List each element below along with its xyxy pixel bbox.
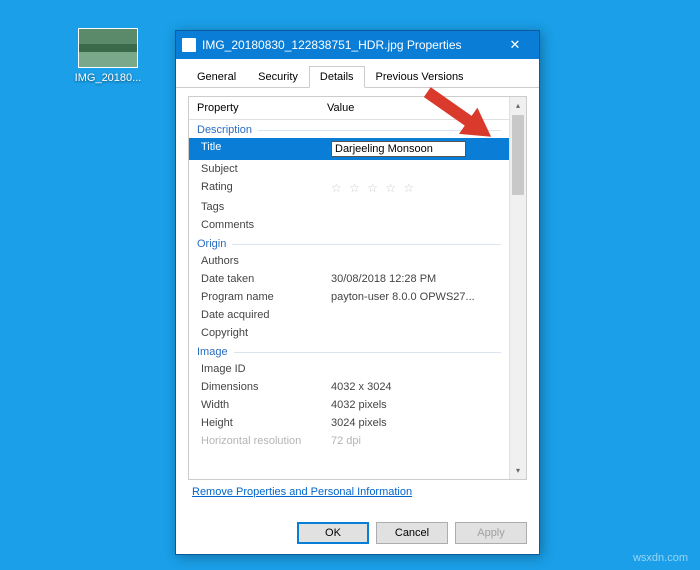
- prop-title: Title: [189, 138, 319, 160]
- desktop-file-label: IMG_20180...: [72, 72, 144, 84]
- cancel-button[interactable]: Cancel: [376, 522, 448, 544]
- val-hres: 72 dpi: [319, 432, 509, 450]
- rating-stars[interactable]: ☆ ☆ ☆ ☆ ☆: [331, 181, 416, 195]
- watermark: wsxdn.com: [633, 552, 688, 564]
- apply-button[interactable]: Apply: [455, 522, 527, 544]
- row-copyright[interactable]: Copyright: [189, 324, 509, 342]
- row-date-taken[interactable]: Date taken 30/08/2018 12:28 PM: [189, 270, 509, 288]
- section-description: Description: [197, 124, 501, 136]
- tab-details[interactable]: Details: [309, 66, 365, 88]
- scroll-down-icon[interactable]: ▾: [510, 462, 526, 479]
- prop-subject: Subject: [189, 160, 319, 178]
- section-origin: Origin: [197, 238, 501, 250]
- details-panel: Property Value Description Title Subject…: [176, 88, 539, 512]
- prop-height: Height: [189, 414, 319, 432]
- header-value[interactable]: Value: [319, 97, 509, 119]
- row-subject[interactable]: Subject: [189, 160, 509, 178]
- row-height[interactable]: Height 3024 pixels: [189, 414, 509, 432]
- row-rating[interactable]: Rating ☆ ☆ ☆ ☆ ☆: [189, 178, 509, 198]
- section-image: Image: [197, 346, 501, 358]
- prop-image-id: Image ID: [189, 360, 319, 378]
- window-title: IMG_20180830_122838751_HDR.jpg Propertie…: [202, 38, 497, 52]
- row-program-name[interactable]: Program name payton-user 8.0.0 OPWS27...: [189, 288, 509, 306]
- tab-previous-versions[interactable]: Previous Versions: [365, 66, 475, 88]
- titlebar[interactable]: IMG_20180830_122838751_HDR.jpg Propertie…: [176, 31, 539, 59]
- properties-grid: Property Value Description Title Subject…: [188, 96, 527, 480]
- dialog-buttons: OK Cancel Apply: [176, 512, 539, 554]
- tab-general[interactable]: General: [186, 66, 247, 88]
- prop-copyright: Copyright: [189, 324, 319, 342]
- scroll-thumb[interactable]: [512, 115, 524, 195]
- prop-dimensions: Dimensions: [189, 378, 319, 396]
- row-width[interactable]: Width 4032 pixels: [189, 396, 509, 414]
- tab-security[interactable]: Security: [247, 66, 309, 88]
- prop-hres: Horizontal resolution: [189, 432, 319, 450]
- row-image-id[interactable]: Image ID: [189, 360, 509, 378]
- row-title[interactable]: Title: [189, 138, 509, 160]
- val-program-name: payton-user 8.0.0 OPWS27...: [319, 288, 509, 306]
- val-date-taken: 30/08/2018 12:28 PM: [319, 270, 509, 288]
- desktop-file-icon[interactable]: IMG_20180...: [72, 28, 144, 84]
- prop-program-name: Program name: [189, 288, 319, 306]
- grid-header: Property Value: [189, 97, 509, 120]
- header-property[interactable]: Property: [189, 97, 319, 119]
- prop-tags: Tags: [189, 198, 319, 216]
- remove-properties-link[interactable]: Remove Properties and Personal Informati…: [188, 480, 527, 504]
- title-input[interactable]: [331, 141, 466, 157]
- row-date-acquired[interactable]: Date acquired: [189, 306, 509, 324]
- vertical-scrollbar[interactable]: ▴ ▾: [509, 97, 526, 479]
- val-dimensions: 4032 x 3024: [319, 378, 509, 396]
- row-dimensions[interactable]: Dimensions 4032 x 3024: [189, 378, 509, 396]
- prop-rating: Rating: [189, 178, 319, 198]
- row-hres[interactable]: Horizontal resolution 72 dpi: [189, 432, 509, 450]
- row-comments[interactable]: Comments: [189, 216, 509, 234]
- prop-authors: Authors: [189, 252, 319, 270]
- ok-button[interactable]: OK: [297, 522, 369, 544]
- properties-window: IMG_20180830_122838751_HDR.jpg Propertie…: [175, 30, 540, 555]
- row-tags[interactable]: Tags: [189, 198, 509, 216]
- tab-strip: General Security Details Previous Versio…: [176, 59, 539, 88]
- val-width: 4032 pixels: [319, 396, 509, 414]
- prop-comments: Comments: [189, 216, 319, 234]
- row-authors[interactable]: Authors: [189, 252, 509, 270]
- window-icon: [182, 38, 196, 52]
- close-icon[interactable]: ✕: [497, 31, 533, 59]
- val-height: 3024 pixels: [319, 414, 509, 432]
- scroll-up-icon[interactable]: ▴: [510, 97, 526, 114]
- image-thumbnail-icon: [78, 28, 138, 68]
- prop-date-acquired: Date acquired: [189, 306, 319, 324]
- prop-width: Width: [189, 396, 319, 414]
- prop-date-taken: Date taken: [189, 270, 319, 288]
